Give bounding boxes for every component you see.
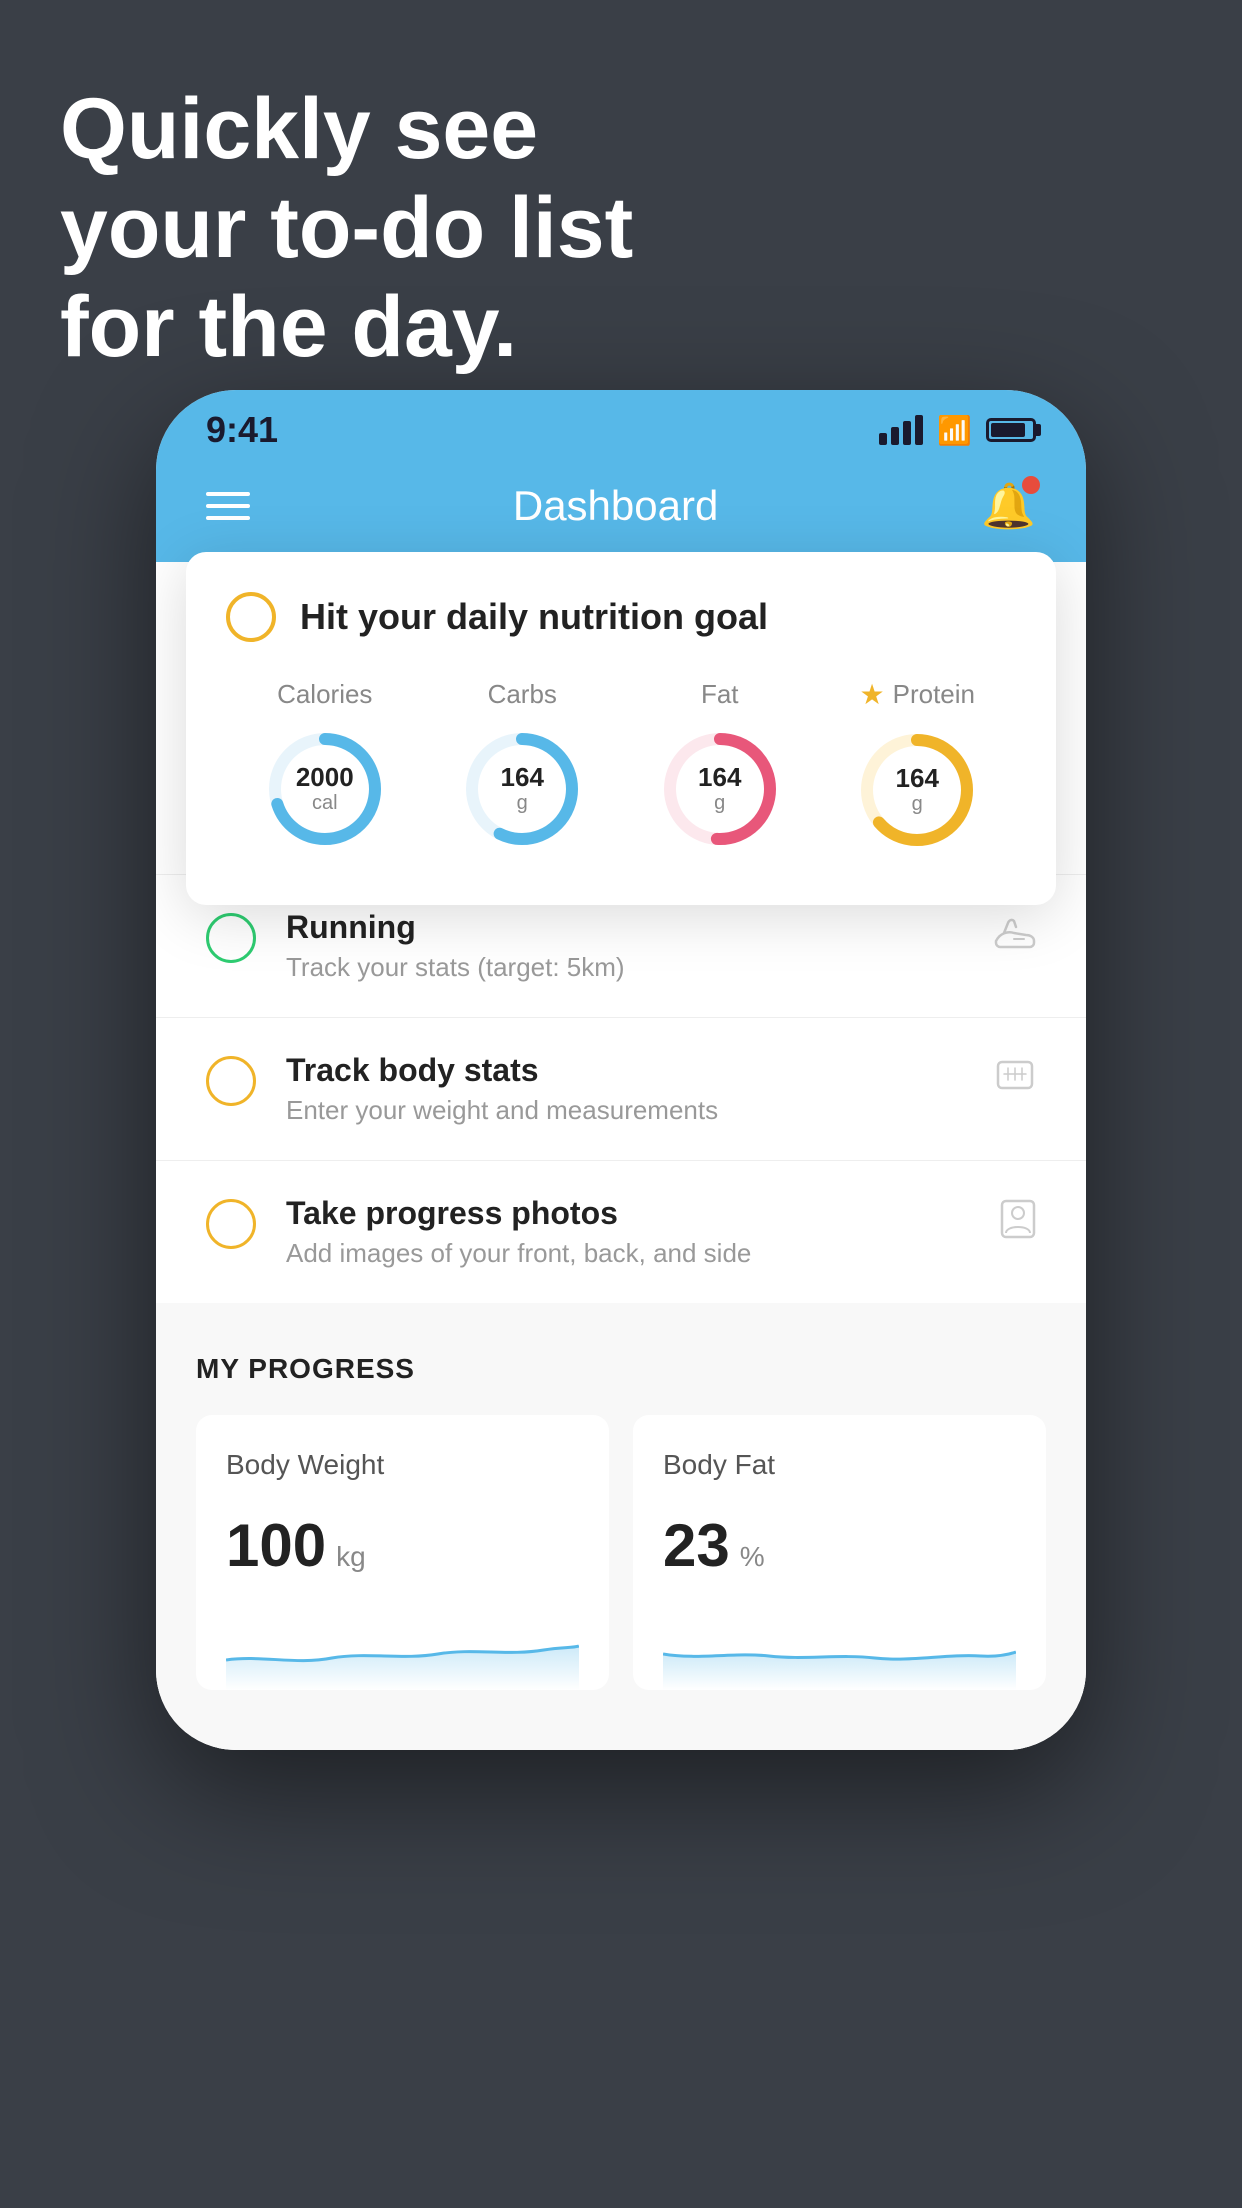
nutrition-fat: Fat 164 g [655,679,785,854]
nutrition-radio[interactable] [226,592,276,642]
todo-list: Running Track your stats (target: 5km) [156,874,1086,1303]
body-stats-radio[interactable] [206,1056,256,1106]
carbs-value: 164 [501,763,544,792]
content-area: THINGS TO DO TODAY Hit your daily nutrit… [156,562,1086,1750]
running-radio[interactable] [206,913,256,963]
body-weight-unit: kg [336,1541,366,1573]
body-fat-number: 23 [663,1511,730,1580]
star-icon: ★ [860,678,885,711]
protein-label: ★ Protein [860,678,976,711]
body-fat-unit: % [740,1541,765,1573]
protein-unit: g [896,793,939,816]
nutrition-card-title: Hit your daily nutrition goal [300,596,768,638]
notification-bell[interactable]: 🔔 [981,480,1036,532]
hero-text: Quickly see your to-do list for the day. [60,80,633,377]
wifi-icon: 📶 [937,414,972,447]
carbs-label: Carbs [488,679,557,710]
photos-radio[interactable] [206,1199,256,1249]
fat-value: 164 [698,763,741,792]
photos-radio-wrap [206,1199,256,1249]
carbs-donut: 164 g [457,724,587,854]
body-fat-title: Body Fat [663,1449,1016,1481]
menu-button[interactable] [206,492,250,520]
nutrition-card: Hit your daily nutrition goal Calories 2… [186,552,1056,905]
body-stats-subtitle: Enter your weight and measurements [286,1095,964,1126]
photos-text: Take progress photos Add images of your … [286,1195,970,1269]
body-weight-title: Body Weight [226,1449,579,1481]
shoe-icon [994,913,1036,958]
running-subtitle: Track your stats (target: 5km) [286,952,964,983]
person-icon [1000,1199,1036,1248]
body-fat-value-row: 23 % [663,1511,1016,1580]
fat-donut: 164 g [655,724,785,854]
calories-value: 2000 [296,763,354,792]
hero-line2: your to-do list [60,179,633,278]
photos-title: Take progress photos [286,1195,970,1232]
status-bar: 9:41 📶 [156,390,1086,460]
fat-label: Fat [701,679,739,710]
body-weight-card[interactable]: Body Weight 100 kg [196,1415,609,1690]
nav-title: Dashboard [513,482,718,530]
todo-body-stats[interactable]: Track body stats Enter your weight and m… [156,1017,1086,1160]
nutrition-row: Calories 2000 cal Carbs [226,678,1016,855]
battery-icon [986,418,1036,442]
body-stats-text: Track body stats Enter your weight and m… [286,1052,964,1126]
protein-value: 164 [896,764,939,793]
running-text: Running Track your stats (target: 5km) [286,909,964,983]
body-weight-number: 100 [226,1511,326,1580]
protein-donut: 164 g [852,725,982,855]
photos-subtitle: Add images of your front, back, and side [286,1238,970,1269]
notification-dot [1022,476,1040,494]
fat-unit: g [698,792,741,815]
calories-donut: 2000 cal [260,724,390,854]
body-fat-sparkline [663,1610,1016,1690]
body-weight-sparkline [226,1610,579,1690]
nutrition-protein: ★ Protein 164 g [852,678,982,855]
carbs-unit: g [501,792,544,815]
todo-progress-photos[interactable]: Take progress photos Add images of your … [156,1160,1086,1303]
scale-icon [994,1056,1036,1101]
calories-unit: cal [296,792,354,815]
progress-heading: MY PROGRESS [196,1353,1046,1385]
hero-line1: Quickly see [60,80,633,179]
status-time: 9:41 [206,409,278,451]
body-stats-radio-wrap [206,1056,256,1106]
calories-label: Calories [277,679,372,710]
signal-icon [879,415,923,445]
progress-section: MY PROGRESS Body Weight 100 kg [156,1303,1086,1750]
nav-bar: Dashboard 🔔 [156,460,1086,562]
nutrition-calories: Calories 2000 cal [260,679,390,854]
running-title: Running [286,909,964,946]
card-title-row: Hit your daily nutrition goal [226,592,1016,642]
nutrition-carbs: Carbs 164 g [457,679,587,854]
progress-cards: Body Weight 100 kg [196,1415,1046,1690]
body-stats-title: Track body stats [286,1052,964,1089]
phone-mockup: 9:41 📶 Dashboard 🔔 TH [156,390,1086,1750]
body-fat-card[interactable]: Body Fat 23 % [633,1415,1046,1690]
running-radio-wrap [206,913,256,963]
status-icons: 📶 [879,414,1036,447]
hero-line3: for the day. [60,278,633,377]
body-weight-value-row: 100 kg [226,1511,579,1580]
